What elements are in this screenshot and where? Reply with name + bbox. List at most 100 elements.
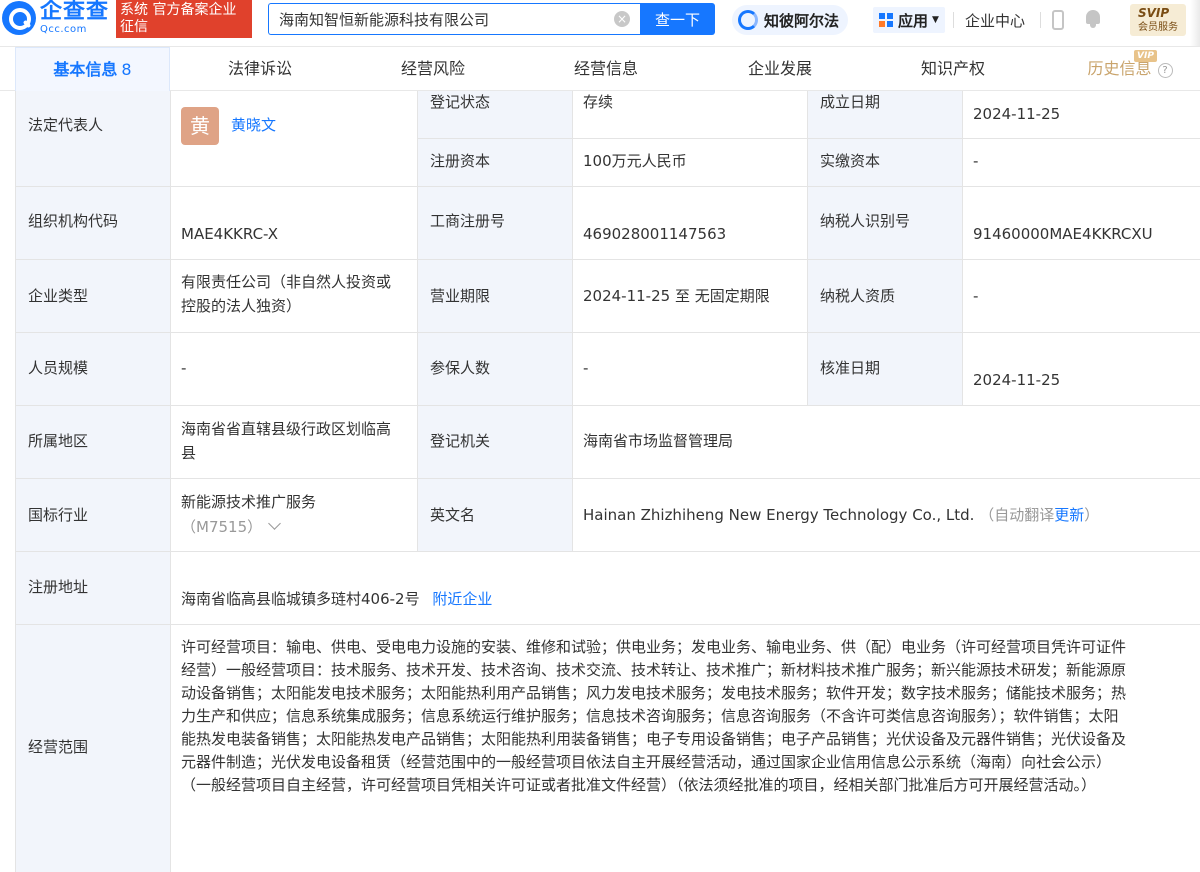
enterprise-center-link[interactable]: 企业中心 — [965, 10, 1025, 31]
term-cell: 2024-11-25 至 无固定期限 — [573, 260, 808, 333]
staff-value: - — [181, 359, 187, 377]
tab-litigation[interactable]: 法律诉讼 — [185, 47, 335, 91]
industry-label: 国标行业 — [28, 506, 89, 524]
region-cell: 海南省省直辖县级行政区划临高 县 — [171, 406, 418, 479]
company-type-label-cell: 企业类型 — [16, 260, 171, 333]
company-search-input[interactable] — [268, 3, 640, 35]
industry-value: 新能源技术推广服务 — [181, 493, 317, 511]
industry-code: （M7515） — [181, 518, 263, 536]
scope-line: （一般经营项目自主经营，许可经营项目凭相关许可证或者批准文件经营）（依法须经批准… — [181, 776, 1097, 794]
reg-capital-label: 注册资本 — [430, 152, 491, 170]
staff-cell: - — [171, 333, 418, 406]
address-label-cell: 注册地址 — [16, 552, 171, 625]
vip-tag: VIP — [1134, 50, 1157, 62]
reg-status-cell: 存续 — [573, 91, 808, 139]
clear-search-icon[interactable]: × — [614, 11, 630, 27]
insured-label: 参保人数 — [430, 359, 491, 377]
help-icon[interactable]: ? — [1157, 63, 1173, 78]
legal-rep-name-link[interactable]: 黄晓文 — [231, 114, 276, 136]
mobile-app-icon[interactable] — [1052, 10, 1064, 30]
logo-domain: Qcc.com — [40, 24, 87, 35]
address-value: 海南省临高县临城镇多琏村406-2号 — [181, 590, 420, 608]
reg-capital-value: 100万元人民币 — [583, 152, 687, 170]
official-record-badge: 系统 官方备案企业征信 — [116, 0, 252, 38]
qcc-logo-icon — [2, 1, 36, 35]
auto-translate-note: （自动翻译 — [979, 506, 1055, 524]
paid-capital-label-cell: 实缴资本 — [808, 139, 963, 187]
address-label: 注册地址 — [28, 578, 89, 596]
scope-line: 元器件制造；光伏发电设备租赁（经营范围中的一般经营项目依法自主开展经营活动，通过… — [181, 753, 1112, 771]
avatar: 黄 — [181, 107, 219, 145]
tab-ip[interactable]: 知识产权 — [878, 47, 1028, 91]
taxpayer-id-label: 纳税人识别号 — [820, 212, 911, 230]
taxpayer-qual-cell: - — [963, 260, 1200, 333]
scope-line: 能热发电装备销售；太阳能热发电产品销售；太阳能热利用装备销售；电子专用设备销售；… — [181, 730, 1127, 748]
nearby-companies-link[interactable]: 附近企业 — [432, 590, 492, 608]
en-name-cell: Hainan Zhizhiheng New Energy Technology … — [573, 479, 1200, 552]
approve-date-value: 2024-11-25 — [973, 371, 1061, 389]
found-date-label: 成立日期 — [820, 93, 881, 111]
taxpayer-qual-label-cell: 纳税人资质 — [808, 260, 963, 333]
svip-title: SVIP — [1138, 6, 1170, 20]
apps-grid-icon — [879, 13, 893, 27]
svip-member-button[interactable]: SVIP 会员服务 — [1130, 4, 1186, 36]
update-link[interactable]: 更新 — [1054, 506, 1084, 524]
industry-code-toggle[interactable]: （M7515） — [181, 516, 281, 538]
scope-cell: 许可经营项目：输电、供电、受电电力设施的安装、维修和试验；供电业务；发电业务、输… — [171, 625, 1200, 872]
biz-reg-no-cell: 469028001147563 — [573, 187, 808, 260]
paid-capital-label: 实缴资本 — [820, 152, 881, 170]
apps-menu-button[interactable]: 应用 ▼ — [873, 7, 945, 33]
scope-line: 许可经营项目：输电、供电、受电电力设施的安装、维修和试验；供电业务；发电业务、输… — [181, 638, 1127, 656]
industry-cell: 新能源技术推广服务 （M7515） — [171, 479, 418, 552]
paid-capital-value: - — [973, 152, 979, 170]
top-bar: 企查查 Qcc.com 系统 官方备案企业征信 × 查一下 知彼阿尔法 应用 ▼… — [0, 0, 1200, 48]
company-type-cell: 有限责任公司（非自然人投资或 控股的法人独资） — [171, 260, 418, 333]
company-type-line2: 控股的法人独资） — [181, 297, 302, 315]
scope-label: 经营范围 — [28, 738, 89, 756]
en-name-value: Hainan Zhizhiheng New Energy Technology … — [583, 506, 975, 524]
region-line2: 县 — [181, 444, 197, 462]
taxpayer-id-value: 91460000MAE4KKRCXU — [973, 225, 1153, 243]
approve-date-label: 核准日期 — [820, 359, 881, 377]
region-label-cell: 所属地区 — [16, 406, 171, 479]
alpha-button[interactable]: 知彼阿尔法 — [732, 5, 848, 35]
taxpayer-id-label-cell: 纳税人识别号 — [808, 187, 963, 260]
business-scope-text: 许可经营项目：输电、供电、受电电力设施的安装、维修和试验；供电业务；发电业务、输… — [181, 636, 1186, 797]
insured-value: - — [583, 359, 589, 377]
tab-development[interactable]: 企业发展 — [705, 47, 855, 91]
insured-label-cell: 参保人数 — [418, 333, 573, 406]
org-code-label: 组织机构代码 — [28, 212, 119, 230]
notification-bell-icon[interactable] — [1085, 10, 1101, 28]
staff-label: 人员规模 — [28, 359, 89, 377]
chevron-down-icon — [268, 517, 281, 530]
staff-label-cell: 人员规模 — [16, 333, 171, 406]
tab-history[interactable]: 历史信息? — [1070, 47, 1190, 91]
tab-label: 基本信息 — [53, 60, 118, 79]
taxpayer-qual-value: - — [973, 287, 979, 305]
basic-info-table: 法定代表人 黄 黄晓文 登记状态 存续 成立日期 2024-11-25 注册资本… — [15, 91, 1200, 872]
page-edge-shadow — [1190, 0, 1200, 48]
qcc-logo[interactable]: 企查查 Qcc.com — [2, 1, 109, 35]
search-button[interactable]: 查一下 — [640, 3, 715, 35]
svip-subtitle: 会员服务 — [1138, 22, 1178, 33]
biz-reg-no-label: 工商注册号 — [430, 212, 506, 230]
tab-business-risk[interactable]: 经营风险 — [358, 47, 508, 91]
found-date-cell: 2024-11-25 — [963, 91, 1200, 139]
found-date-value: 2024-11-25 — [973, 105, 1061, 123]
term-label-cell: 营业期限 — [418, 260, 573, 333]
tab-basic-info[interactable]: 基本信息 8 — [15, 47, 170, 91]
approve-date-label-cell: 核准日期 — [808, 333, 963, 406]
scope-label-cell: 经营范围 — [16, 625, 171, 872]
approve-date-cell: 2024-11-25 — [963, 333, 1200, 406]
reg-status-label: 登记状态 — [430, 93, 491, 111]
scope-line: 力生产和供应；信息系统集成服务；信息系统运行维护服务；信息技术咨询服务；信息咨询… — [181, 707, 1119, 725]
en-name-label: 英文名 — [430, 506, 476, 524]
authority-label-cell: 登记机关 — [418, 406, 573, 479]
term-value: 2024-11-25 至 无固定期限 — [583, 287, 770, 305]
taxpayer-qual-label: 纳税人资质 — [820, 287, 896, 305]
org-code-cell: MAE4KKRC-X — [171, 187, 418, 260]
authority-label: 登记机关 — [430, 432, 491, 450]
tab-operations[interactable]: 经营信息 — [531, 47, 681, 91]
reg-capital-label-cell: 注册资本 — [418, 139, 573, 187]
biz-reg-no-value: 469028001147563 — [583, 225, 727, 243]
